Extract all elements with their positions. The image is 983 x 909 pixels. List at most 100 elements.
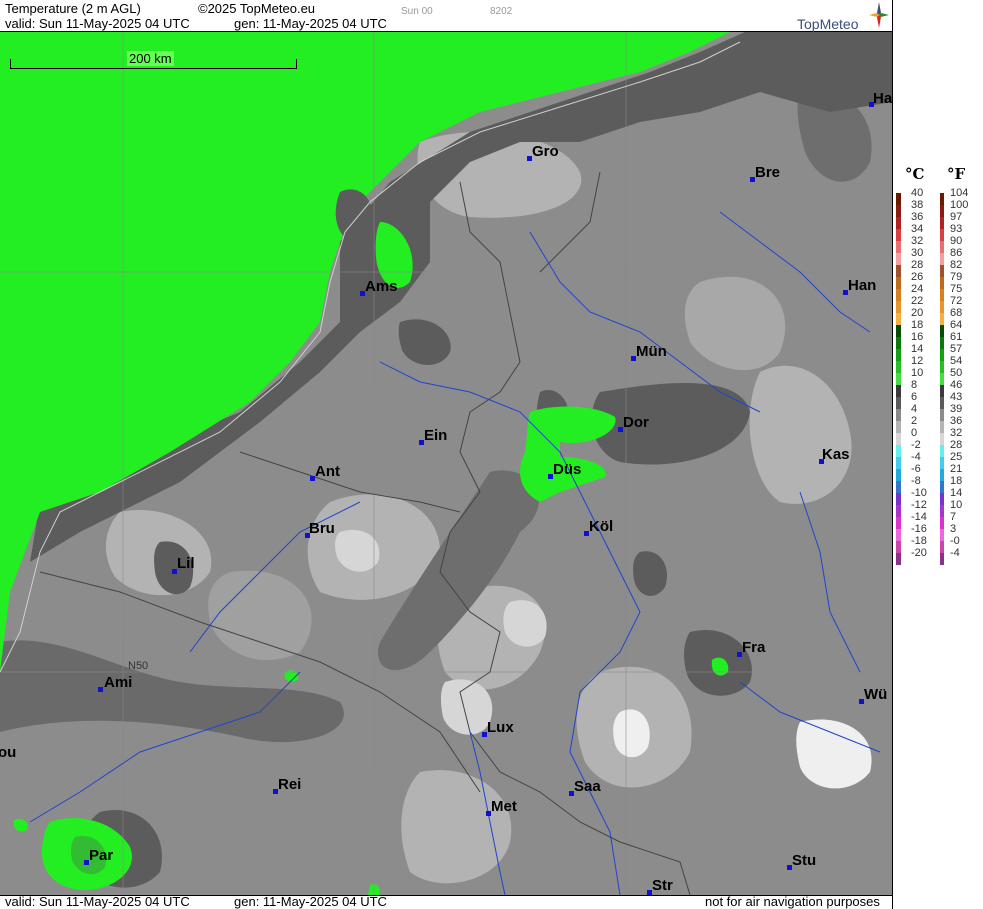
legend-swatch-celsius [896, 481, 901, 493]
legend-swatch-celsius [896, 325, 901, 337]
legend-label-fahrenheit: 21 [950, 463, 963, 475]
footer-generated-time: gen: 11-May-2025 04 UTC [234, 894, 387, 909]
legend-swatch-fahrenheit [940, 373, 944, 385]
legend-swatch-fahrenheit [940, 457, 944, 469]
city-label[interactable]: Str [652, 878, 673, 893]
city-label[interactable]: Düs [553, 462, 581, 477]
city-label[interactable]: Ein [424, 428, 447, 443]
legend-label-celsius: 30 [911, 247, 924, 259]
legend-label-fahrenheit: 90 [950, 235, 963, 247]
legend-label-celsius: 36 [911, 211, 924, 223]
legend-label-fahrenheit: 86 [950, 247, 963, 259]
legend-label-fahrenheit: 93 [950, 223, 963, 235]
legend-swatch-fahrenheit [940, 241, 944, 253]
brand-text: TopMeteo [797, 16, 859, 32]
legend-label-celsius: 10 [911, 367, 924, 379]
city-label[interactable]: Rei [278, 777, 301, 792]
city-label[interactable]: Saa [574, 779, 601, 794]
city-label[interactable]: Bre [755, 165, 780, 180]
legend-label-fahrenheit: 54 [950, 355, 963, 367]
legend-swatch-celsius [896, 241, 901, 253]
legend-label-fahrenheit: 36 [950, 415, 963, 427]
legend-label-fahrenheit: 72 [950, 295, 963, 307]
temperature-map[interactable]: 200 km N50 Ha Gro Bre Ams Han Mün Ein Do… [0, 32, 892, 895]
city-label[interactable]: Met [491, 799, 517, 814]
city-label[interactable]: Lil [177, 556, 195, 571]
legend-label-celsius: 6 [911, 391, 918, 403]
topmeteo-logo[interactable]: TopMeteo [797, 2, 889, 32]
legend-swatch-fahrenheit [940, 385, 944, 397]
city-label[interactable]: Ams [365, 279, 398, 294]
valid-time: valid: Sun 11-May-2025 04 UTC [5, 16, 190, 31]
legend-swatch-fahrenheit [940, 421, 944, 433]
map-header: Temperature (2 m AGL) ©2025 TopMeteo.eu … [0, 0, 892, 32]
legend-panel: °C °F 40 104 38 100 36 97 34 93 32 90 30 86 28 82 26 79… [892, 0, 983, 909]
legend-swatch-celsius [896, 385, 901, 397]
legend-swatch-fahrenheit [940, 265, 944, 277]
city-label[interactable]: Lux [487, 720, 514, 735]
legend-swatch-celsius [896, 193, 901, 205]
legend-label-fahrenheit: 100 [950, 199, 969, 211]
city-label[interactable]: ou [0, 745, 16, 760]
legend-label-fahrenheit: 61 [950, 331, 963, 343]
legend-swatch-celsius [896, 397, 901, 409]
legend-label-fahrenheit: 46 [950, 379, 963, 391]
legend-label-celsius: -14 [911, 511, 927, 523]
legend-swatch-fahrenheit [940, 433, 944, 445]
city-label[interactable]: Par [89, 848, 113, 863]
legend-swatch-fahrenheit [940, 337, 944, 349]
city-marker [98, 687, 103, 692]
city-label[interactable]: Fra [742, 640, 765, 655]
legend-label-celsius: -16 [911, 523, 927, 535]
legend-swatch-fahrenheit [940, 217, 944, 229]
legend-label-fahrenheit: 32 [950, 427, 963, 439]
scale-label: 200 km [127, 51, 174, 66]
legend-label-celsius: -20 [911, 547, 927, 559]
city-label[interactable]: Mün [636, 344, 667, 359]
legend-swatch-celsius [896, 421, 901, 433]
footer-valid-time: valid: Sun 11-May-2025 04 UTC [5, 894, 190, 909]
legend-label-celsius: 32 [911, 235, 924, 247]
legend-swatch-fahrenheit [940, 253, 944, 265]
city-label[interactable]: Bru [309, 521, 335, 536]
legend-label-celsius: 18 [911, 319, 924, 331]
city-label[interactable]: Köl [589, 519, 613, 534]
legend-swatch-fahrenheit [940, 505, 944, 517]
legend-swatch-celsius [896, 301, 901, 313]
legend-label-fahrenheit: 64 [950, 319, 963, 331]
legend-swatch-celsius [896, 349, 901, 361]
legend-label-fahrenheit: 28 [950, 439, 963, 451]
legend-label-fahrenheit: 25 [950, 451, 963, 463]
legend-label-fahrenheit: 97 [950, 211, 963, 223]
city-label[interactable]: Ami [104, 675, 132, 690]
legend-label-celsius: 38 [911, 199, 924, 211]
generated-time: gen: 11-May-2025 04 UTC [234, 16, 387, 31]
legend-swatch-celsius [896, 217, 901, 229]
legend-swatch-fahrenheit [940, 553, 944, 565]
legend-swatch-celsius [896, 541, 901, 553]
city-label[interactable]: Kas [822, 447, 850, 462]
legend-swatch-celsius [896, 277, 901, 289]
legend-label-fahrenheit: 57 [950, 343, 963, 355]
legend-label-celsius: 34 [911, 223, 924, 235]
city-label[interactable]: Dor [623, 415, 649, 430]
legend-swatch-celsius [896, 313, 901, 325]
color-scale: 40 104 38 100 36 97 34 93 32 90 30 86 28 82 26 79 24 75 22… [893, 0, 983, 909]
city-label[interactable]: Han [848, 278, 876, 293]
legend-label-celsius: -8 [911, 475, 921, 487]
legend-swatch-celsius [896, 289, 901, 301]
city-label[interactable]: Gro [532, 144, 559, 159]
legend-swatch-fahrenheit [940, 481, 944, 493]
city-label[interactable]: Ha [873, 91, 892, 106]
legend-label-fahrenheit: 79 [950, 271, 963, 283]
legend-swatch-celsius [896, 493, 901, 505]
legend-swatch-celsius [896, 529, 901, 541]
city-label[interactable]: Wü [864, 687, 887, 702]
legend-swatch-fahrenheit [940, 361, 944, 373]
city-label[interactable]: Stu [792, 853, 816, 868]
city-label[interactable]: Ant [315, 464, 340, 479]
legend-label-celsius: 12 [911, 355, 924, 367]
legend-label-celsius: 14 [911, 343, 924, 355]
legend-label-fahrenheit: 82 [950, 259, 963, 271]
legend-swatch-fahrenheit [940, 397, 944, 409]
